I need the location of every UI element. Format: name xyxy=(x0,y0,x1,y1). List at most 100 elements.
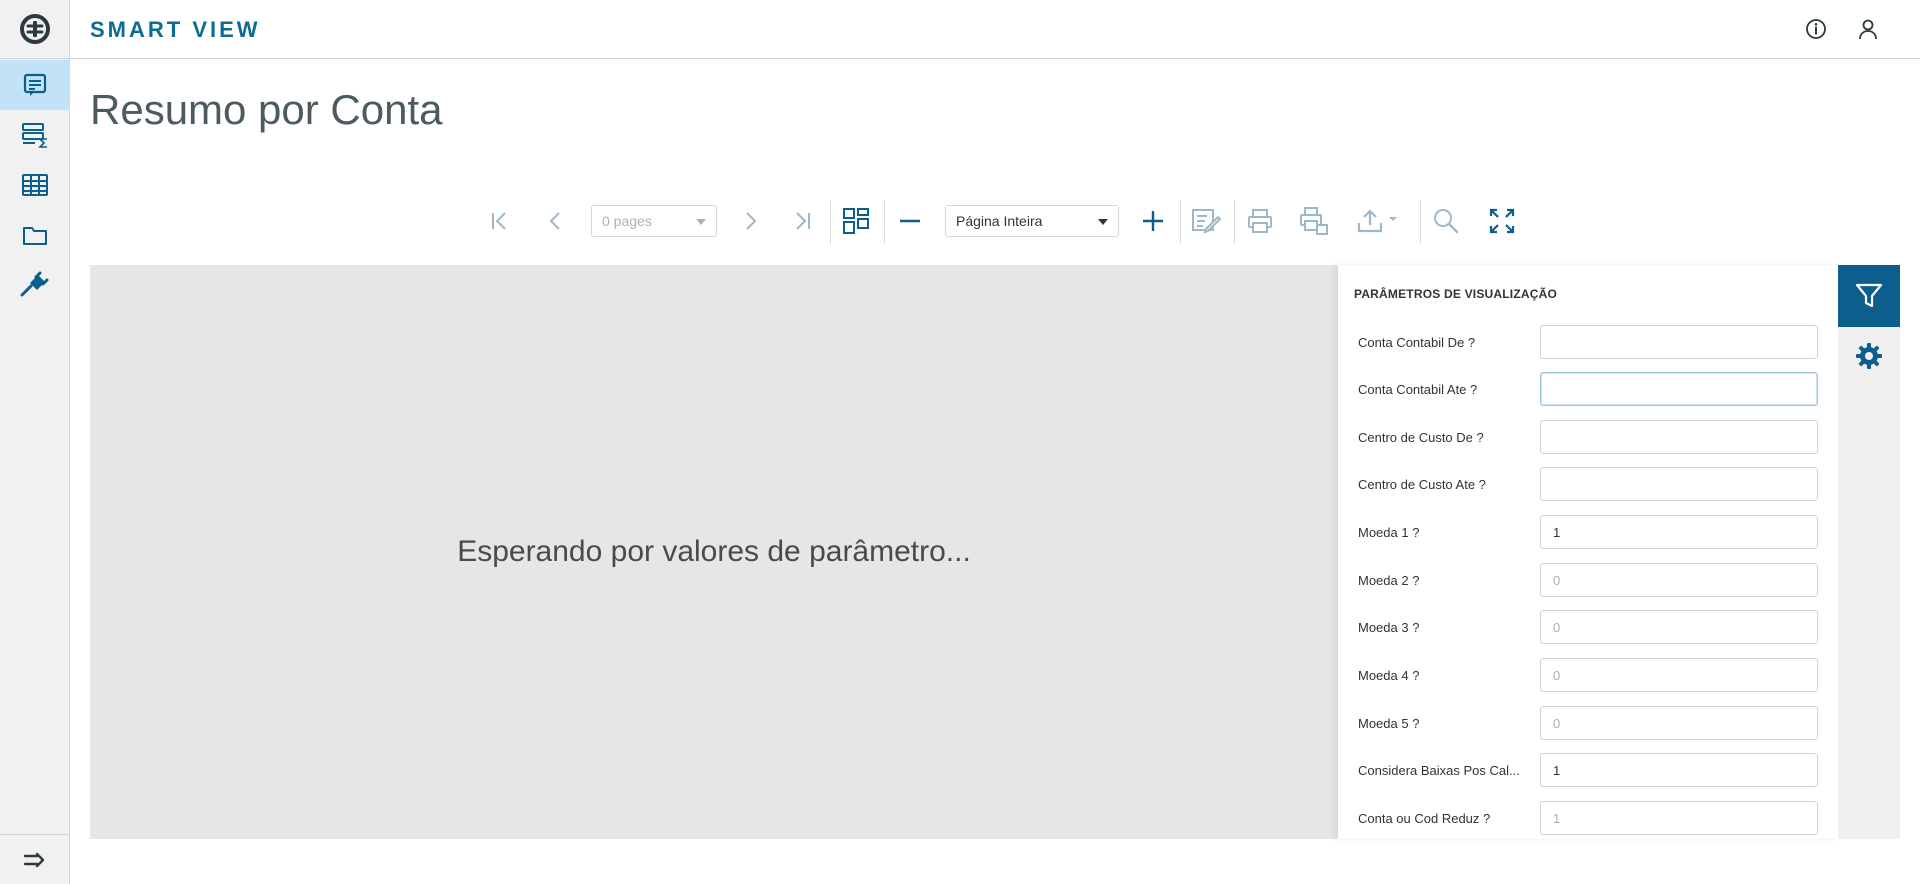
param-row: Moeda 3 ? xyxy=(1338,610,1838,646)
zoom-out-icon xyxy=(900,219,920,223)
toolbar-divider xyxy=(884,200,885,244)
expand-menu-icon xyxy=(23,852,45,867)
rail-item-summaries[interactable] xyxy=(0,110,70,160)
param-label: Moeda 4 ? xyxy=(1358,668,1420,683)
toolbar-divider xyxy=(1420,200,1421,244)
param-label: Moeda 1 ? xyxy=(1358,525,1420,540)
first-page-icon xyxy=(492,212,506,230)
table-icon xyxy=(22,174,48,196)
last-page-button[interactable] xyxy=(782,200,822,242)
zoom-select-value: Página Inteira xyxy=(956,213,1043,229)
rail-item-reports[interactable] xyxy=(0,60,70,110)
zoom-in-icon xyxy=(1143,211,1163,231)
expand-menu-button[interactable] xyxy=(0,834,70,884)
chevron-down-icon xyxy=(696,219,706,225)
param-row: Moeda 1 ? xyxy=(1338,515,1838,551)
page-select-value: 0 pages xyxy=(602,213,652,229)
thumbnails-button[interactable] xyxy=(836,200,876,242)
user-icon xyxy=(1859,19,1877,40)
print-icon xyxy=(1248,209,1272,233)
param-input-moeda-1[interactable] xyxy=(1540,515,1818,549)
param-input-conta-cod-reduz[interactable] xyxy=(1540,801,1818,835)
next-page-icon xyxy=(746,212,757,230)
toolbar-divider xyxy=(1180,200,1181,244)
panel-tabs xyxy=(1838,265,1900,839)
param-input-moeda-4[interactable] xyxy=(1540,658,1818,692)
fullscreen-button[interactable] xyxy=(1482,200,1522,242)
top-header: SMART VIEW xyxy=(70,0,1920,59)
export-button[interactable] xyxy=(1352,200,1404,242)
info-icon xyxy=(1806,19,1826,39)
edit-button[interactable] xyxy=(1186,200,1226,242)
param-row: Centro de Custo De ? xyxy=(1338,420,1838,456)
param-input-conta-contabil-de[interactable] xyxy=(1540,325,1818,359)
print-preview-button[interactable] xyxy=(1294,200,1334,242)
param-label: Moeda 2 ? xyxy=(1358,573,1420,588)
param-label: Conta Contabil De ? xyxy=(1358,335,1476,350)
param-row: Conta Contabil Ate ? xyxy=(1338,372,1838,408)
export-icon xyxy=(1357,209,1397,233)
param-label: Conta Contabil Ate ? xyxy=(1358,382,1478,397)
param-input-centro-custo-ate[interactable] xyxy=(1540,467,1818,501)
filter-icon xyxy=(1855,283,1883,308)
zoom-select[interactable]: Página Inteira xyxy=(945,205,1119,237)
param-input-moeda-2[interactable] xyxy=(1540,563,1818,597)
parameters-panel: PARÂMETROS DE VISUALIZAÇÃO Conta Contabi… xyxy=(1338,265,1838,839)
param-input-considera-baixas[interactable] xyxy=(1540,753,1818,787)
folder-icon xyxy=(23,227,47,245)
report-icon xyxy=(23,73,47,96)
param-input-conta-contabil-ate[interactable] xyxy=(1540,372,1818,406)
viewer-message: Esperando por valores de parâmetro... xyxy=(457,535,971,568)
param-input-centro-custo-de[interactable] xyxy=(1540,420,1818,454)
param-label: Moeda 5 ? xyxy=(1358,716,1420,731)
side-rail xyxy=(0,0,70,884)
param-label: Centro de Custo Ate ? xyxy=(1358,477,1486,492)
param-label: Considera Baixas Pos Cal... xyxy=(1358,763,1520,778)
prev-page-button[interactable] xyxy=(536,200,576,242)
thumbnails-icon xyxy=(843,208,869,234)
zoom-in-button[interactable] xyxy=(1133,200,1173,242)
page-title: Resumo por Conta xyxy=(90,86,443,133)
param-input-moeda-5[interactable] xyxy=(1540,706,1818,740)
tab-filters[interactable] xyxy=(1838,265,1900,327)
param-row: Conta ou Cod Reduz ? xyxy=(1338,801,1838,837)
chevron-down-icon xyxy=(1098,219,1108,225)
app-root: SMART VIEW Resumo por Conta 0 pages Pági… xyxy=(0,0,1920,884)
page-select[interactable]: 0 pages xyxy=(591,205,717,237)
report-viewer: Esperando por valores de parâmetro... xyxy=(90,265,1338,839)
sum-list-icon xyxy=(22,123,47,148)
print-button[interactable] xyxy=(1240,200,1280,242)
user-button[interactable] xyxy=(1854,15,1882,43)
param-row: Moeda 2 ? xyxy=(1338,563,1838,599)
next-page-button[interactable] xyxy=(730,200,770,242)
edit-icon xyxy=(1192,209,1221,234)
logo-icon xyxy=(20,14,50,44)
rail-item-integrations[interactable] xyxy=(0,260,70,310)
fullscreen-icon xyxy=(1489,208,1515,234)
param-row: Conta Contabil De ? xyxy=(1338,325,1838,361)
param-label: Conta ou Cod Reduz ? xyxy=(1358,811,1491,826)
toolbar-divider xyxy=(830,200,831,244)
plug-icon xyxy=(20,271,49,297)
param-row: Considera Baixas Pos Cal... xyxy=(1338,753,1838,789)
parameters-title: PARÂMETROS DE VISUALIZAÇÃO xyxy=(1354,287,1557,301)
last-page-icon xyxy=(796,212,810,230)
toolbar-divider xyxy=(1234,200,1235,244)
brand-title: SMART VIEW xyxy=(90,17,261,42)
zoom-out-button[interactable] xyxy=(890,200,930,242)
search-button[interactable] xyxy=(1426,200,1466,242)
prev-page-icon xyxy=(549,212,560,230)
first-page-button[interactable] xyxy=(480,200,520,242)
search-icon xyxy=(1434,209,1459,234)
rail-item-tables[interactable] xyxy=(0,160,70,210)
param-input-moeda-3[interactable] xyxy=(1540,610,1818,644)
param-label: Centro de Custo De ? xyxy=(1358,430,1484,445)
rail-item-folders[interactable] xyxy=(0,210,70,260)
param-row: Centro de Custo Ate ? xyxy=(1338,467,1838,503)
tab-settings[interactable] xyxy=(1838,327,1900,385)
info-button[interactable] xyxy=(1802,15,1830,43)
param-row: Moeda 5 ? xyxy=(1338,706,1838,742)
param-label: Moeda 3 ? xyxy=(1358,620,1420,635)
app-logo[interactable] xyxy=(0,0,70,59)
param-row: Moeda 4 ? xyxy=(1338,658,1838,694)
